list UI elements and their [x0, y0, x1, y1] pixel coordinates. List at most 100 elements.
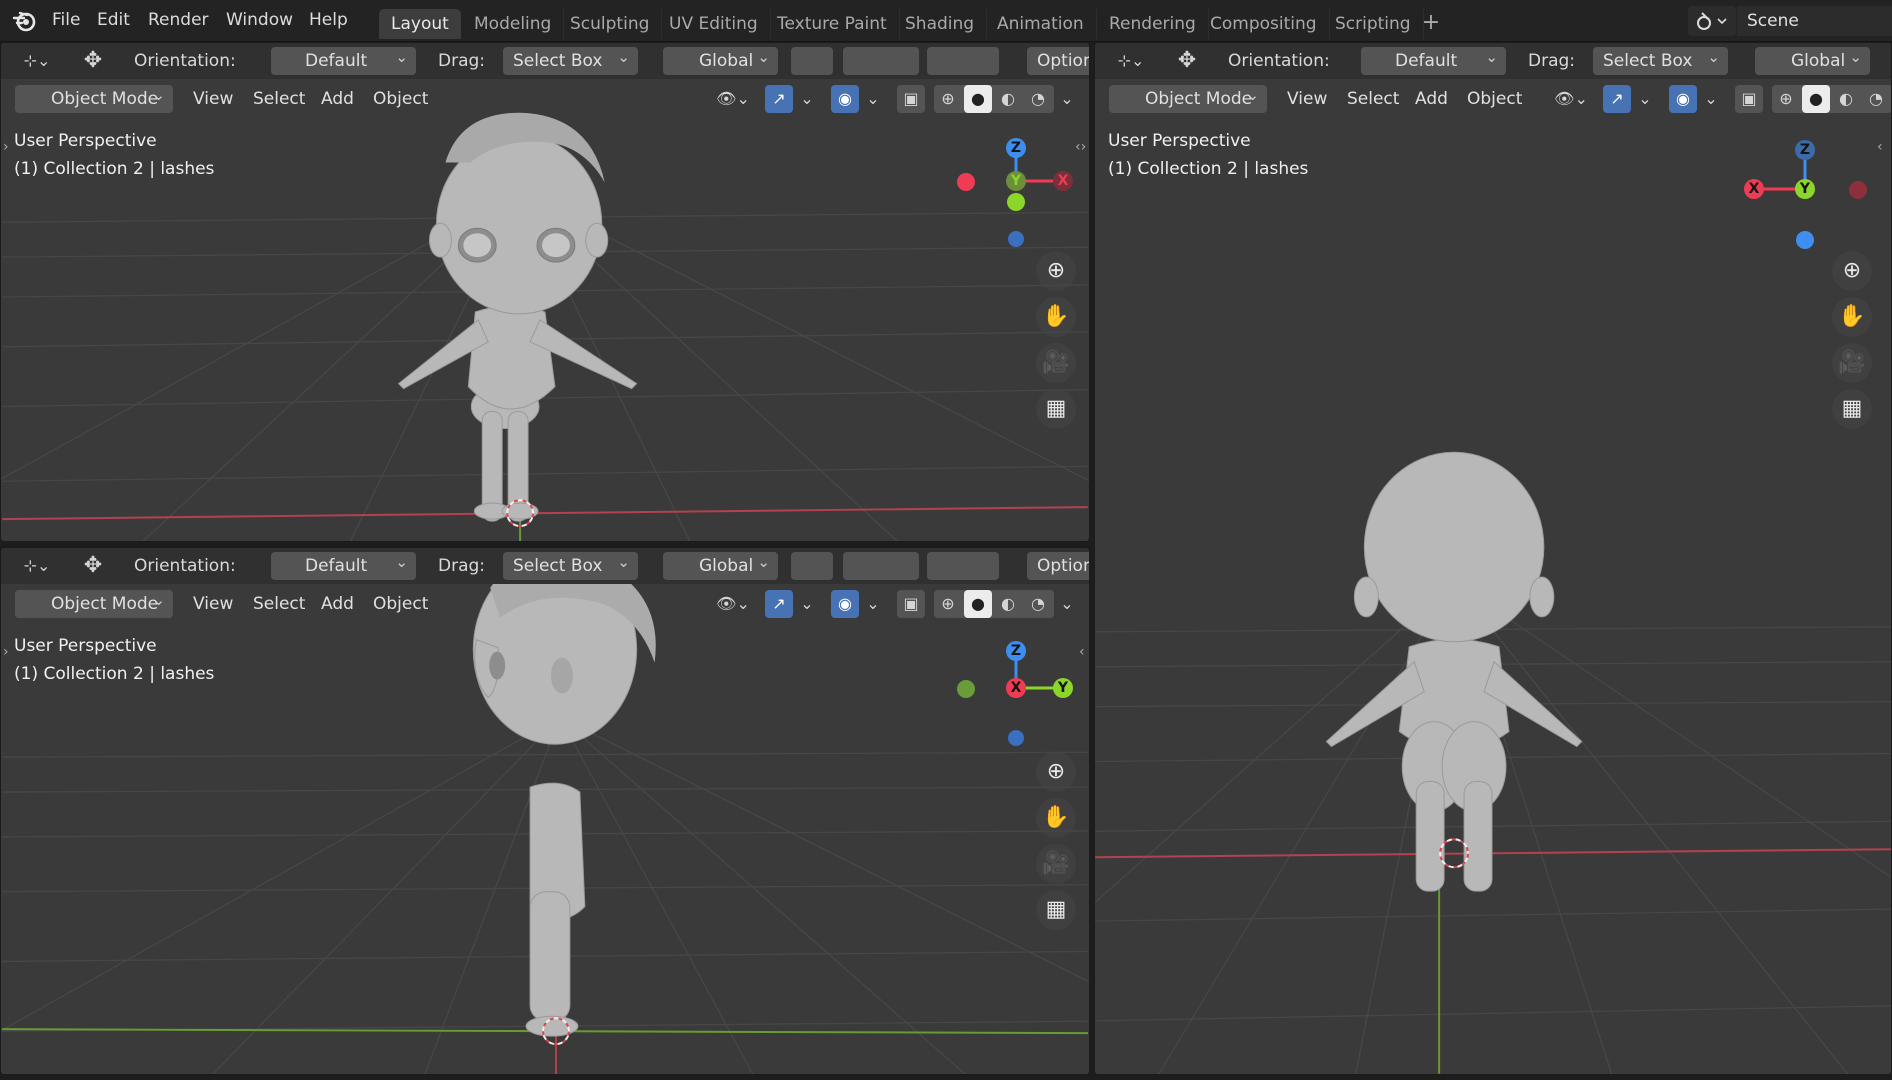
- viewport-top-left[interactable]: ⊹⌄ ✥ Orientation: Default Drag: Select B…: [0, 42, 1090, 542]
- transform-pivot-icon[interactable]: ⊹⌄: [1109, 47, 1153, 75]
- menu-view[interactable]: View: [183, 85, 243, 113]
- tab-rendering[interactable]: Rendering: [1097, 9, 1209, 39]
- solid-shading-icon[interactable]: ●: [964, 590, 992, 618]
- gizmo-neg-y-dot[interactable]: [1007, 193, 1025, 211]
- gizmo-neg-x-dot[interactable]: [1849, 181, 1867, 199]
- toolbar-expand-icon[interactable]: ›: [3, 644, 9, 660]
- gizmo-x-axis[interactable]: X: [1053, 171, 1073, 191]
- gizmo-z-axis[interactable]: Z: [1006, 138, 1026, 158]
- proportional-edit-icon[interactable]: [927, 47, 999, 75]
- menu-file[interactable]: File: [52, 10, 80, 30]
- menu-edit[interactable]: Edit: [97, 10, 130, 30]
- tab-layout[interactable]: Layout: [379, 9, 461, 39]
- xray-toggle-icon[interactable]: ▣: [897, 85, 925, 113]
- toolbar-expand-icon[interactable]: ›: [3, 139, 9, 155]
- visibility-icon[interactable]: 👁⌄: [711, 590, 755, 618]
- proportional-edit-icon[interactable]: [927, 552, 999, 580]
- mode-dropdown[interactable]: Object Mode: [1109, 81, 1267, 113]
- orientation-dropdown[interactable]: Default: [271, 548, 416, 580]
- tab-animation[interactable]: Animation: [985, 9, 1097, 39]
- move-tool-icon[interactable]: ✥: [1169, 47, 1205, 75]
- ortho-grid-icon[interactable]: ▦: [1036, 389, 1076, 429]
- pan-hand-icon[interactable]: ✋: [1036, 798, 1076, 838]
- gizmo-dropdown-icon[interactable]: ⌄: [1633, 85, 1657, 113]
- shading-dropdown-icon[interactable]: ⌄: [1056, 85, 1078, 113]
- tab-compositing[interactable]: Compositing: [1198, 9, 1330, 39]
- viewport-right[interactable]: ⊹⌄ ✥ Orientation: Default Drag: Select B…: [1094, 42, 1892, 1075]
- ortho-grid-icon[interactable]: ▦: [1832, 389, 1872, 429]
- gizmo-z-axis[interactable]: Z: [1006, 641, 1026, 661]
- blender-logo-icon[interactable]: [12, 9, 38, 33]
- orientation-dropdown[interactable]: Default: [1361, 43, 1506, 75]
- snap-link-icon[interactable]: [791, 552, 833, 580]
- move-tool-icon[interactable]: ✥: [75, 47, 111, 75]
- navigation-gizmo[interactable]: Z X Y: [1735, 129, 1875, 259]
- tab-modeling[interactable]: Modeling: [462, 9, 565, 39]
- scene-selector-button[interactable]: [1688, 6, 1736, 36]
- menu-render[interactable]: Render: [148, 10, 209, 30]
- mode-dropdown[interactable]: Object Mode: [15, 586, 173, 618]
- wireframe-shading-icon[interactable]: ⊕: [934, 590, 962, 618]
- menu-add[interactable]: Add: [1405, 85, 1458, 113]
- overlay-toggle-icon[interactable]: ◉: [831, 85, 859, 113]
- solid-shading-icon[interactable]: ●: [964, 85, 992, 113]
- drag-dropdown[interactable]: Select Box: [503, 548, 638, 580]
- menu-view[interactable]: View: [183, 590, 243, 618]
- snapping-icon[interactable]: [843, 552, 919, 580]
- camera-view-icon[interactable]: 🎥: [1832, 343, 1872, 383]
- zoom-icon[interactable]: ⊕: [1832, 251, 1872, 291]
- tab-texture-paint[interactable]: Texture Paint: [765, 9, 900, 39]
- visibility-icon[interactable]: 👁⌄: [711, 85, 755, 113]
- gizmo-y-axis[interactable]: Y: [1795, 179, 1815, 199]
- gizmo-neg-x-dot[interactable]: [957, 173, 975, 191]
- viewport-bottom-left[interactable]: ⊹⌄ ✥ Orientation: Default Drag: Select B…: [0, 547, 1090, 1075]
- overlay-dropdown-icon[interactable]: ⌄: [1699, 85, 1723, 113]
- transform-pivot-icon[interactable]: ⊹⌄: [15, 47, 59, 75]
- solid-shading-icon[interactable]: ●: [1802, 85, 1830, 113]
- gizmo-x-axis[interactable]: X: [1006, 678, 1026, 698]
- mode-dropdown[interactable]: Object Mode: [15, 81, 173, 113]
- viewport-scene[interactable]: [1, 548, 1089, 1074]
- orientation-dropdown[interactable]: Default: [271, 43, 416, 75]
- drag-dropdown[interactable]: Select Box: [1593, 43, 1728, 75]
- options-button[interactable]: Options: [1027, 552, 1089, 580]
- overlay-dropdown-icon[interactable]: ⌄: [861, 590, 885, 618]
- menu-select[interactable]: Select: [243, 85, 315, 113]
- transform-space-dropdown[interactable]: Global: [663, 548, 778, 580]
- gizmo-z-axis[interactable]: Z: [1795, 140, 1815, 160]
- gizmo-toggle-icon[interactable]: ↗: [765, 590, 793, 618]
- menu-add[interactable]: Add: [311, 590, 364, 618]
- rendered-shading-icon[interactable]: ◔: [1862, 85, 1890, 113]
- zoom-icon[interactable]: ⊕: [1036, 752, 1076, 792]
- material-shading-icon[interactable]: ◐: [994, 590, 1022, 618]
- gizmo-toggle-icon[interactable]: ↗: [1603, 85, 1631, 113]
- gizmo-neg-z-dot[interactable]: [1008, 730, 1024, 746]
- wireframe-shading-icon[interactable]: ⊕: [1772, 85, 1800, 113]
- gizmo-dropdown-icon[interactable]: ⌄: [795, 590, 819, 618]
- camera-view-icon[interactable]: 🎥: [1036, 343, 1076, 383]
- menu-object[interactable]: Object: [363, 590, 438, 618]
- menu-window[interactable]: Window: [226, 10, 293, 30]
- gizmo-x-axis[interactable]: X: [1744, 179, 1764, 199]
- gizmo-toggle-icon[interactable]: ↗: [765, 85, 793, 113]
- gizmo-y-axis[interactable]: Y: [1006, 171, 1026, 191]
- drag-dropdown[interactable]: Select Box: [503, 43, 638, 75]
- navigation-gizmo[interactable]: Z Y X: [951, 129, 1081, 249]
- visibility-icon[interactable]: 👁⌄: [1549, 85, 1593, 113]
- material-shading-icon[interactable]: ◐: [994, 85, 1022, 113]
- wireframe-shading-icon[interactable]: ⊕: [934, 85, 962, 113]
- gizmo-dropdown-icon[interactable]: ⌄: [795, 85, 819, 113]
- menu-select[interactable]: Select: [243, 590, 315, 618]
- add-workspace-button[interactable]: +: [1418, 8, 1444, 38]
- tab-uv-editing[interactable]: UV Editing: [657, 9, 771, 39]
- viewport-scene[interactable]: [1, 43, 1089, 541]
- gizmo-y-axis[interactable]: Y: [1053, 678, 1073, 698]
- menu-object[interactable]: Object: [363, 85, 438, 113]
- zoom-icon[interactable]: ⊕: [1036, 251, 1076, 291]
- material-shading-icon[interactable]: ◐: [1832, 85, 1860, 113]
- navigation-gizmo[interactable]: Z X Y: [951, 630, 1081, 750]
- shading-dropdown-icon[interactable]: ⌄: [1056, 590, 1078, 618]
- overlay-toggle-icon[interactable]: ◉: [831, 590, 859, 618]
- rendered-shading-icon[interactable]: ◔: [1024, 590, 1052, 618]
- snapping-icon[interactable]: [843, 47, 919, 75]
